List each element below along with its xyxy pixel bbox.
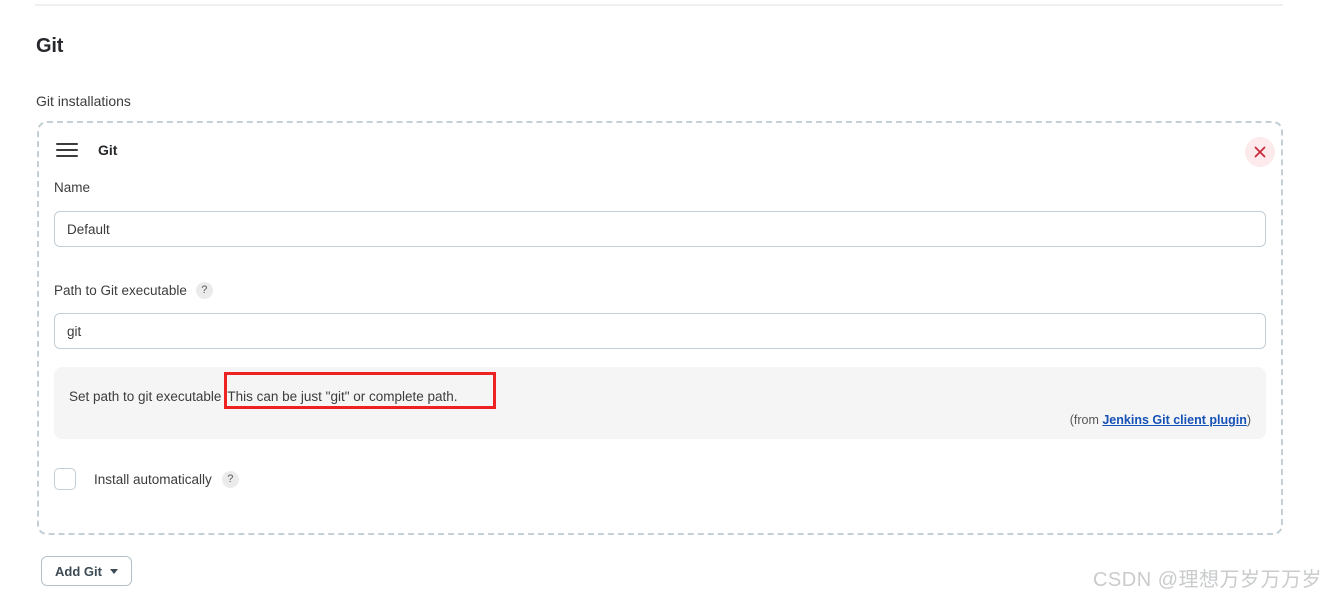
close-icon[interactable]: [1245, 137, 1275, 167]
install-automatically-checkbox[interactable]: [54, 468, 76, 490]
help-badge-icon-path[interactable]: ?: [195, 282, 213, 299]
help-text-highlighted: This can be just "git" or complete path.: [227, 389, 458, 404]
git-installations-label: Git installations: [36, 93, 131, 109]
plugin-credit-prefix: (from: [1069, 413, 1103, 427]
jenkins-git-client-plugin-link[interactable]: Jenkins Git client plugin: [1102, 413, 1246, 427]
install-automatically-row: Install automatically ?: [54, 468, 239, 490]
page-title: Git: [36, 35, 64, 57]
help-text-lead: Set path to git executable: [69, 389, 222, 404]
name-input[interactable]: [54, 211, 1266, 247]
path-field-label: Path to Git executable ?: [54, 282, 213, 299]
name-field-label: Name: [54, 180, 91, 195]
help-badge-icon-install[interactable]: ?: [221, 470, 239, 488]
plugin-credit-suffix: ): [1246, 413, 1251, 427]
chevron-down-icon: [109, 568, 118, 574]
installation-header: Git: [56, 142, 117, 158]
path-field-label-text: Path to Git executable: [54, 282, 187, 298]
help-panel-text: Set path to git executable This can be ju…: [69, 389, 458, 404]
path-to-git-executable-input[interactable]: [54, 313, 1266, 349]
plugin-credit: (from Jenkins Git client plugin): [1070, 413, 1251, 427]
top-divider: [35, 4, 1283, 6]
watermark: CSDN @理想万岁万万岁: [1092, 569, 1322, 591]
help-panel: Set path to git executable This can be ju…: [54, 367, 1266, 439]
installation-title: Git: [98, 142, 118, 158]
add-git-button-label: Add Git: [55, 563, 102, 579]
install-automatically-label: Install automatically: [94, 471, 212, 487]
drag-handle-icon[interactable]: [56, 143, 78, 157]
add-git-button[interactable]: Add Git: [41, 556, 132, 586]
